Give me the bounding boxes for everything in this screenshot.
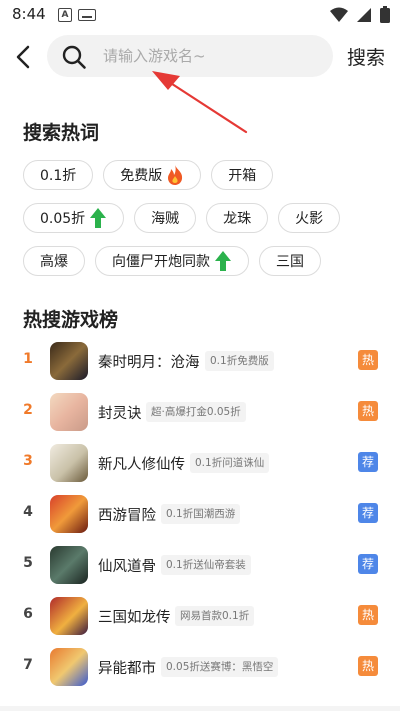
game-tag: 0.05折送赛博：黑悟空 — [161, 657, 279, 677]
game-icon — [50, 597, 88, 635]
list-item[interactable]: 3 新凡人修仙传 0.1折问道诛仙 荐 — [0, 442, 400, 493]
game-icon — [50, 444, 88, 482]
chip-pirates[interactable]: 海贼 — [134, 203, 197, 233]
chip-high-drop[interactable]: 高爆 — [23, 246, 85, 276]
keyboard-icon — [78, 9, 96, 21]
fire-icon — [168, 165, 183, 185]
notification-a-icon: A — [58, 8, 72, 22]
chip-zombie-cannon[interactable]: 向僵尸开炮同款 — [95, 246, 249, 276]
game-name: 新凡人修仙传 — [98, 457, 185, 473]
up-arrow-icon — [90, 208, 107, 228]
chip-dragon-ball[interactable]: 龙珠 — [206, 203, 269, 233]
back-arrow-icon[interactable] — [12, 44, 36, 70]
rank-list: 1 秦时明月：沧海 0.1折免费版 热 2 封灵诀 超·高爆打金0.05折 热 … — [0, 340, 400, 697]
chip-label: 海贼 — [151, 211, 180, 227]
game-icon — [50, 648, 88, 686]
chip-naruto[interactable]: 火影 — [278, 203, 341, 233]
chip-label: 龙珠 — [223, 211, 252, 227]
game-tag: 0.1折国潮西游 — [161, 504, 241, 524]
chip-row: 0.05折 海贼 龙珠 火影 — [23, 203, 383, 233]
list-item[interactable]: 1 秦时明月：沧海 0.1折免费版 热 — [0, 340, 400, 391]
list-item[interactable]: 2 封灵诀 超·高爆打金0.05折 热 — [0, 391, 400, 442]
chip-label: 开箱 — [228, 168, 257, 184]
status-time: 8:44 — [12, 5, 46, 23]
battery-icon — [380, 6, 390, 23]
game-name: 封灵诀 — [98, 406, 142, 422]
rank-number: 2 — [23, 402, 33, 418]
chip-0-05-discount[interactable]: 0.05折 — [23, 203, 125, 233]
rank-number: 4 — [23, 504, 33, 520]
recommend-badge: 荐 — [358, 503, 378, 523]
game-tag: 0.1折免费版 — [205, 351, 274, 371]
chip-label: 三国 — [276, 254, 304, 270]
game-tag: 超·高爆打金0.05折 — [146, 402, 246, 422]
game-name: 秦时明月：沧海 — [98, 355, 200, 371]
hot-badge: 热 — [358, 350, 378, 370]
hot-badge: 热 — [358, 656, 378, 676]
chip-unbox[interactable]: 开箱 — [211, 160, 274, 190]
chip-label: 高爆 — [40, 254, 68, 270]
game-name: 异能都市 — [98, 661, 156, 677]
list-item[interactable]: 6 三国如龙传 网易首款0.1折 热 — [0, 595, 400, 646]
game-icon — [50, 393, 88, 431]
rank-title: 热搜游戏榜 — [23, 309, 119, 331]
rank-number: 6 — [23, 606, 33, 622]
list-item[interactable]: 4 西游冒险 0.1折国潮西游 荐 — [0, 493, 400, 544]
chip-label: 免费版 — [120, 168, 163, 184]
hot-words-title: 搜索热词 — [23, 122, 100, 144]
chip-row: 0.1折 免费版 开箱 — [23, 160, 383, 190]
recommend-badge: 荐 — [358, 554, 378, 574]
game-icon — [50, 495, 88, 533]
chip-free-version[interactable]: 免费版 — [103, 160, 202, 190]
rank-number: 3 — [23, 453, 33, 469]
game-tag: 0.1折问道诛仙 — [190, 453, 270, 473]
chip-label: 向僵尸开炮同款 — [112, 254, 210, 270]
recommend-badge: 荐 — [358, 452, 378, 472]
game-name: 三国如龙传 — [98, 610, 171, 626]
hot-words-chips: 0.1折 免费版 开箱 0.05折 海贼 龙珠 火影 高爆 向僵尸开炮同款 三国 — [23, 160, 383, 289]
game-tag: 0.1折送仙帝套装 — [161, 555, 251, 575]
chip-three-kingdoms[interactable]: 三国 — [259, 246, 321, 276]
search-icon — [62, 45, 86, 69]
rank-number: 7 — [23, 657, 33, 673]
wifi-icon — [330, 7, 348, 22]
search-button[interactable]: 搜索 — [347, 43, 385, 70]
chip-label: 火影 — [295, 211, 324, 227]
rank-number: 5 — [23, 555, 33, 571]
game-icon — [50, 546, 88, 584]
game-icon — [50, 342, 88, 380]
red-arrow-annotation-icon — [152, 71, 248, 134]
chip-label: 0.1折 — [40, 168, 77, 184]
rank-number: 1 — [23, 351, 33, 367]
chip-0-1-discount[interactable]: 0.1折 — [23, 160, 94, 190]
list-item[interactable]: 7 异能都市 0.05折送赛博：黑悟空 热 — [0, 646, 400, 697]
game-name: 仙风道骨 — [98, 559, 156, 575]
game-name: 西游冒险 — [98, 508, 156, 524]
chip-label: 0.05折 — [40, 211, 86, 227]
signal-icon — [357, 7, 371, 22]
bottom-divider — [0, 706, 400, 711]
list-item[interactable]: 5 仙风道骨 0.1折送仙帝套装 荐 — [0, 544, 400, 595]
hot-badge: 热 — [358, 605, 378, 625]
chip-row: 高爆 向僵尸开炮同款 三国 — [23, 246, 383, 276]
up-arrow-icon — [215, 251, 231, 271]
game-tag: 网易首款0.1折 — [175, 606, 255, 626]
hot-badge: 热 — [358, 401, 378, 421]
status-bar: 8:44 A — [0, 0, 400, 30]
